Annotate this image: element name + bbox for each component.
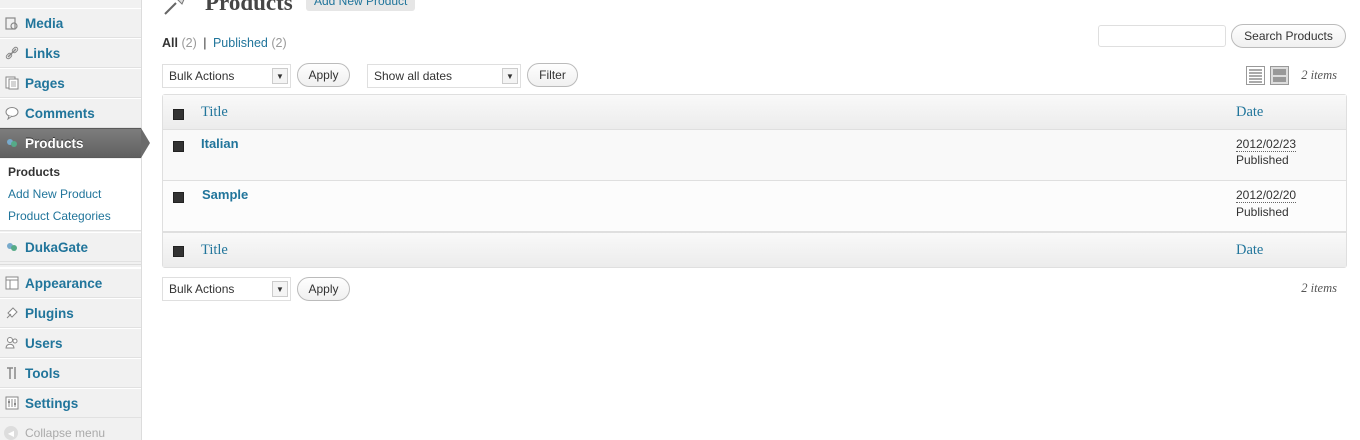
sidebar-item-pages[interactable]: Pages [0,68,141,98]
appearance-icon [4,275,20,291]
sidebar-item-label: Users [25,335,63,351]
sidebar-item-users[interactable]: Users [0,328,141,358]
products-icon [4,135,20,151]
sidebar-item-dukagate[interactable]: DukaGate [0,232,141,262]
page-title: Products [205,0,293,15]
table-footer: Title Date [163,232,1346,267]
apply-button-top[interactable]: Apply [297,63,350,87]
users-icon [4,335,20,351]
sidebar-item-label: Links [25,45,61,61]
sidebar-item-label: Tools [25,365,60,381]
collapse-menu-label: Collapse menu [25,426,106,440]
table-row: Sample 2012/02/20 Published [163,181,1346,232]
search-products-button[interactable]: Search Products [1231,24,1346,48]
collapse-menu-button[interactable]: ◀ Collapse menu [4,426,105,440]
row-date: 2012/02/20 [1236,188,1297,203]
sidebar-item-label: Media [25,15,64,31]
dates-filter-select[interactable]: Show all dates ▼ [367,64,521,88]
sidebar-item-settings[interactable]: Settings [0,388,141,418]
row-status: Published [1236,153,1289,167]
sidebar-item-links[interactable]: Links [0,38,141,68]
bulk-actions-value: Bulk Actions [169,282,235,296]
row-date: 2012/02/23 [1236,137,1297,152]
list-view-icon[interactable] [1246,66,1265,85]
apply-button-bottom[interactable]: Apply [297,277,350,301]
sidebar-item-label: DukaGate [25,239,89,255]
select-all-checkbox-footer[interactable] [173,246,184,257]
row-checkbox[interactable] [173,141,184,152]
products-page-icon [162,0,192,19]
products-table: Title Date Italian 2012/02/23 Published … [162,94,1347,268]
collapse-icon: ◀ [4,426,18,440]
media-icon [4,15,20,31]
plugins-icon [4,305,20,321]
product-title-link[interactable]: Italian [201,136,239,151]
filter-all-link[interactable]: All [162,36,178,50]
chevron-down-icon: ▼ [272,281,288,297]
chevron-down-icon: ▼ [272,68,288,84]
row-status: Published [1236,205,1289,219]
comments-icon [4,105,20,121]
sidebar-item-comments[interactable]: Comments [0,98,141,128]
status-filter-links: All (2) | Published (2) [162,36,287,50]
dukagate-icon [4,239,20,255]
filter-separator: | [203,36,207,50]
items-count-bottom: 2 items [1301,281,1337,295]
filter-published-link[interactable]: Published [213,36,268,50]
pages-icon [4,75,20,91]
products-submenu: Products Add New Product Product Categor… [0,159,141,231]
table-header: Title Date [163,95,1346,130]
column-title-footer[interactable]: Title [201,242,228,259]
links-icon [4,45,20,61]
sidebar-item-tools[interactable]: Tools [0,358,141,388]
column-date-header[interactable]: Date [1236,104,1263,121]
sidebar-item-label: Products [25,135,84,151]
sidebar-item-label: Settings [25,395,79,411]
current-menu-arrow [141,128,150,158]
search-input[interactable] [1098,25,1226,47]
bulk-actions-select-bottom[interactable]: Bulk Actions ▼ [162,277,291,301]
sidebar-item-label: Appearance [25,275,103,291]
column-title-header[interactable]: Title [201,104,228,121]
sidebar-item-appearance[interactable]: Appearance [0,268,141,298]
admin-sidebar: Media Links Pages Comments Products Prod… [0,0,150,440]
settings-icon [4,395,20,411]
items-count-top: 2 items [1301,68,1337,82]
row-checkbox[interactable] [173,192,184,203]
tools-icon [4,365,20,381]
add-new-product-button[interactable]: Add New Product [306,0,416,11]
chevron-down-icon: ▼ [502,68,518,84]
sidebar-item-label: Plugins [25,305,74,321]
filter-all-count: (2) [181,36,197,50]
sidebar-item-plugins[interactable]: Plugins [0,298,141,328]
sidebar-item-products[interactable]: Products [0,128,141,158]
column-date-footer[interactable]: Date [1236,242,1263,259]
filter-published-count: (2) [271,36,287,50]
submenu-item-add-new-product[interactable]: Add New Product [8,187,101,201]
sidebar-item-label: Pages [25,75,65,91]
select-all-checkbox[interactable] [173,109,184,120]
sidebar-item-media[interactable]: Media [0,8,141,38]
product-title-link[interactable]: Sample [202,187,248,202]
sidebar-item-label: Comments [25,105,95,121]
submenu-item-product-categories[interactable]: Product Categories [8,209,111,223]
main-content: Products Add New Product All (2) | Publi… [162,0,1352,440]
table-row: Italian 2012/02/23 Published [163,130,1346,181]
bulk-actions-select-top[interactable]: Bulk Actions ▼ [162,64,291,88]
excerpt-view-icon[interactable] [1270,66,1289,85]
submenu-item-products[interactable]: Products [8,165,60,179]
dates-filter-value: Show all dates [374,69,453,83]
bulk-actions-value: Bulk Actions [169,69,235,83]
filter-button[interactable]: Filter [527,63,578,87]
